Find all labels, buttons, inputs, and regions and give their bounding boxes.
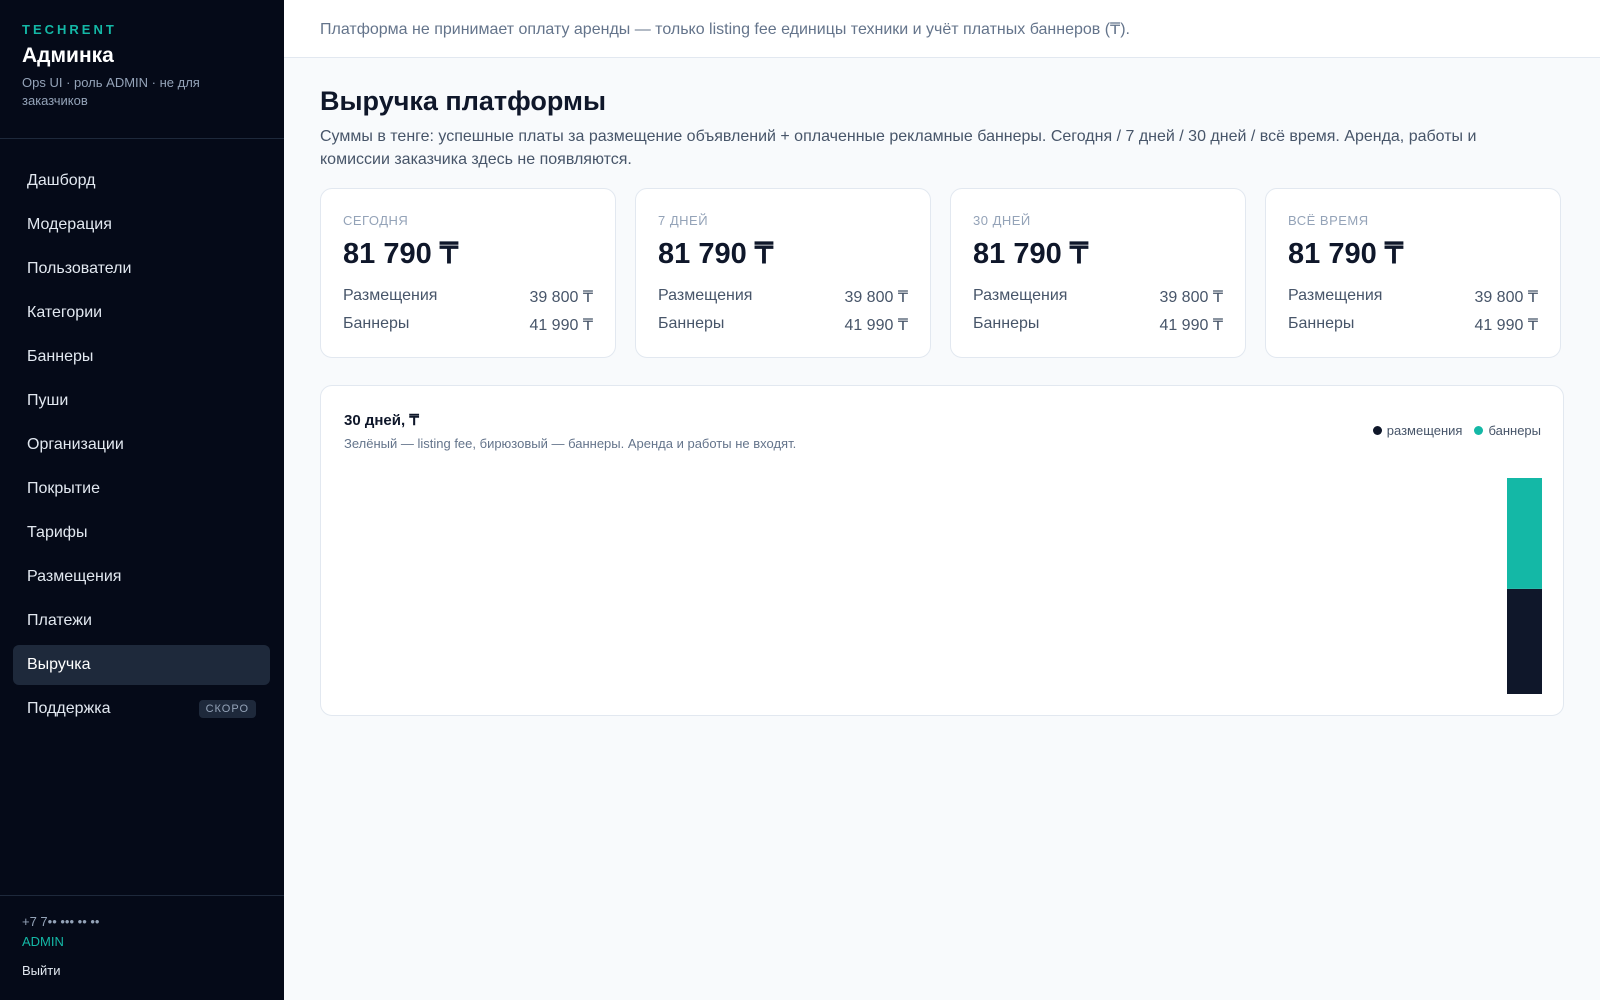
- main-content: Выручка платформы Суммы в тенге: успешны…: [320, 58, 1564, 716]
- chart-subtitle: Зелёный — listing fee, бирюзовый — банне…: [344, 436, 797, 451]
- legend-dot-icon: [1372, 426, 1382, 435]
- user-phone: +7 7•• ••• •• ••: [22, 914, 100, 929]
- banners-value: 41 990 ₸: [1159, 317, 1223, 334]
- sidebar-item-revenue[interactable]: Выручка: [13, 645, 270, 685]
- summary-card-all-time: ВСЁ ВРЕМЯ 81 790 ₸ Размещения 39 800 ₸ Ба…: [1265, 188, 1561, 358]
- sidebar-item-label: Баннеры: [27, 348, 94, 365]
- user-role: ADMIN: [22, 934, 64, 949]
- placements-label: Размещения: [1288, 287, 1383, 304]
- sidebar-item-dashboard[interactable]: Дашборд: [13, 161, 270, 201]
- legend-label: баннеры: [1488, 423, 1541, 438]
- sidebar-item-label: Поддержка: [27, 700, 111, 717]
- legend-dot-icon: [1474, 426, 1484, 435]
- sidebar-item-organizations[interactable]: Организации: [13, 425, 270, 465]
- sidebar-item-label: Пуши: [27, 392, 69, 409]
- sidebar-item-payments[interactable]: Платежи: [13, 601, 270, 641]
- placements-value: 39 800 ₸: [1159, 289, 1223, 306]
- sidebar-item-pushes[interactable]: Пуши: [13, 381, 270, 421]
- legend-label: размещения: [1386, 423, 1463, 438]
- banners-row: Баннеры 41 990 ₸: [973, 315, 1223, 335]
- card-total: 81 790 ₸: [1288, 238, 1404, 270]
- sidebar-item-label: Дашборд: [27, 172, 96, 189]
- summary-cards: СЕГОДНЯ 81 790 ₸ Размещения 39 800 ₸ Банн…: [320, 188, 1564, 358]
- summary-card-7-days: 7 ДНЕЙ 81 790 ₸ Размещения 39 800 ₸ Банне…: [635, 188, 931, 358]
- sidebar-item-label: Размещения: [27, 568, 122, 585]
- banners-label: Баннеры: [658, 315, 725, 332]
- summary-card-30-days: 30 ДНЕЙ 81 790 ₸ Размещения 39 800 ₸ Банн…: [950, 188, 1246, 358]
- placements-label: Размещения: [343, 287, 438, 304]
- placements-value: 39 800 ₸: [1474, 289, 1538, 306]
- banners-row: Баннеры 41 990 ₸: [343, 315, 593, 335]
- banners-row: Баннеры 41 990 ₸: [1288, 315, 1538, 335]
- sidebar-item-coverage[interactable]: Покрытие: [13, 469, 270, 509]
- banners-value: 41 990 ₸: [844, 317, 908, 334]
- sidebar-item-moderation[interactable]: Модерация: [13, 205, 270, 245]
- sidebar-item-tariffs[interactable]: Тарифы: [13, 513, 270, 553]
- banners-label: Баннеры: [1288, 315, 1355, 332]
- legend-item-banners: баннеры: [1474, 423, 1541, 438]
- sidebar-item-banners[interactable]: Баннеры: [13, 337, 270, 377]
- sidebar-item-label: Пользователи: [27, 260, 132, 277]
- sidebar-item-label: Модерация: [27, 216, 112, 233]
- sidebar-item-label: Категории: [27, 304, 103, 321]
- placements-row: Размещения 39 800 ₸: [1288, 287, 1538, 307]
- logout-link[interactable]: Выйти: [22, 963, 262, 978]
- sidebar-item-label: Организации: [27, 436, 124, 453]
- sidebar-item-support[interactable]: Поддержка СКОРО: [13, 689, 270, 729]
- bar-banners-day-30: [1507, 478, 1542, 589]
- chart-legend: размещения баннеры: [1372, 423, 1541, 438]
- brand-block: TECHRENT Админка Ops UI · роль ADMIN · н…: [0, 0, 284, 139]
- card-label: СЕГОДНЯ: [343, 213, 409, 228]
- banners-label: Баннеры: [973, 315, 1040, 332]
- notice-text: Платформа не принимает оплату аренды — т…: [320, 21, 1130, 38]
- card-total: 81 790 ₸: [343, 238, 459, 270]
- banners-value: 41 990 ₸: [529, 317, 593, 334]
- sidebar-item-label: Выручка: [27, 656, 91, 673]
- placements-value: 39 800 ₸: [529, 289, 593, 306]
- placements-label: Размещения: [658, 287, 753, 304]
- sidebar-nav: Дашборд Модерация Пользователи Категории…: [0, 139, 284, 729]
- card-total: 81 790 ₸: [973, 238, 1089, 270]
- chart-title: 30 дней, ₸: [344, 412, 419, 429]
- soon-badge: СКОРО: [198, 700, 256, 718]
- brand-tag: TECHRENT: [22, 22, 117, 37]
- summary-card-today: СЕГОДНЯ 81 790 ₸ Размещения 39 800 ₸ Банн…: [320, 188, 616, 358]
- brand-title: Админка: [22, 44, 114, 67]
- card-total: 81 790 ₸: [658, 238, 774, 270]
- sidebar-item-categories[interactable]: Категории: [13, 293, 270, 333]
- placements-value: 39 800 ₸: [844, 289, 908, 306]
- banners-row: Баннеры 41 990 ₸: [658, 315, 908, 335]
- placements-row: Размещения 39 800 ₸: [343, 287, 593, 307]
- page-description: Суммы в тенге: успешные платы за размеще…: [320, 128, 1477, 168]
- banners-label: Баннеры: [343, 315, 410, 332]
- card-label: 30 ДНЕЙ: [973, 213, 1031, 228]
- sidebar: TECHRENT Админка Ops UI · роль ADMIN · н…: [0, 0, 284, 1000]
- placements-row: Размещения 39 800 ₸: [658, 287, 908, 307]
- revenue-chart: [1507, 478, 1542, 694]
- bar-placements-day-30: [1507, 588, 1542, 694]
- sidebar-item-placements[interactable]: Размещения: [13, 557, 270, 597]
- card-label: 7 ДНЕЙ: [658, 213, 709, 228]
- sidebar-footer: +7 7•• ••• •• •• ADMIN Выйти: [0, 895, 284, 1000]
- top-notice-bar: Платформа не принимает оплату аренды — т…: [284, 0, 1600, 58]
- revenue-chart-card: 30 дней, ₸ Зелёный — listing fee, бирюзо…: [320, 385, 1564, 716]
- banners-value: 41 990 ₸: [1474, 317, 1538, 334]
- page-title: Выручка платформы: [320, 86, 607, 116]
- legend-item-placements: размещения: [1372, 423, 1463, 438]
- card-label: ВСЁ ВРЕМЯ: [1288, 213, 1369, 228]
- brand-subtitle: Ops UI · роль ADMIN · не для заказчиков: [22, 75, 200, 108]
- sidebar-item-label: Тарифы: [27, 524, 88, 541]
- sidebar-item-label: Покрытие: [27, 480, 100, 497]
- sidebar-item-label: Платежи: [27, 612, 92, 629]
- placements-label: Размещения: [973, 287, 1068, 304]
- sidebar-item-users[interactable]: Пользователи: [13, 249, 270, 289]
- placements-row: Размещения 39 800 ₸: [973, 287, 1223, 307]
